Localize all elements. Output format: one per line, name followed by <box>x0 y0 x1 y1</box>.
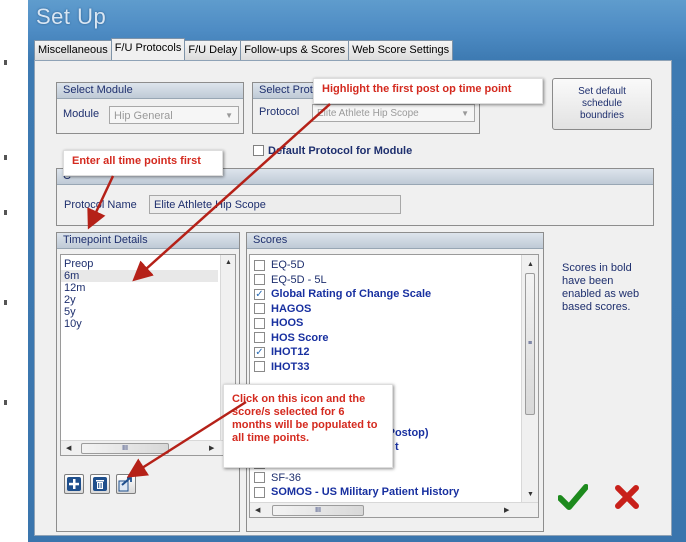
score-checkbox[interactable] <box>254 361 265 373</box>
copy-to-all-icon <box>118 477 132 492</box>
left-page-edge <box>0 0 30 542</box>
tab-fu-delay[interactable]: F/U Delay <box>184 40 242 60</box>
delete-timepoint-button[interactable] <box>90 474 110 494</box>
timepoint-item[interactable]: 6m <box>61 270 218 282</box>
score-row[interactable]: EQ-5D - 5L <box>250 273 538 288</box>
timepoint-item[interactable]: 12m <box>61 282 218 294</box>
score-row[interactable]: HOOS <box>250 316 538 331</box>
score-row[interactable]: IHOT33 <box>250 360 538 375</box>
tab-miscellaneous[interactable]: Miscellaneous <box>34 40 112 60</box>
score-label: SF-36 <box>271 471 301 484</box>
set-default-boundaries-label: Set default schedule boundries <box>578 86 626 121</box>
score-row[interactable]: ✓ Global Rating of Change Scale <box>250 287 538 302</box>
protocol-name-input[interactable]: Elite Athlete Hip Scope <box>149 195 401 214</box>
callout-highlight: Highlight the first post op time point <box>313 78 543 104</box>
score-checkbox[interactable] <box>254 486 265 498</box>
timepoint-scroll-thumb[interactable]: III <box>81 443 169 454</box>
score-checkbox[interactable] <box>254 259 265 271</box>
score-checkbox[interactable]: ✓ <box>254 346 265 358</box>
score-checkbox[interactable] <box>254 472 265 484</box>
score-row[interactable]: EQ-5D <box>250 258 538 273</box>
score-row[interactable]: SF-36 <box>250 471 520 486</box>
timepoint-item[interactable]: 10y <box>61 318 218 330</box>
timepoint-item[interactable]: Preop <box>61 258 218 270</box>
score-checkbox[interactable]: ✓ <box>254 288 265 300</box>
delete-icon <box>93 477 107 491</box>
module-select-value: Hip General <box>114 110 173 122</box>
score-label: IHOT12 <box>271 346 310 359</box>
default-protocol-label: Default Protocol for Module <box>268 145 413 157</box>
scroll-down-icon[interactable]: ▼ <box>527 491 534 498</box>
chevron-down-icon: ▼ <box>225 111 233 120</box>
tab-fu-protocols[interactable]: F/U Protocols <box>110 38 186 60</box>
score-checkbox[interactable] <box>254 274 265 286</box>
scroll-right-icon[interactable]: ▶ <box>504 506 509 514</box>
score-row[interactable]: HOS Score <box>250 331 538 346</box>
add-icon <box>67 477 81 491</box>
score-checkbox[interactable] <box>254 317 265 329</box>
score-row[interactable]: HAGOS <box>250 302 538 317</box>
chevron-down-icon: ▼ <box>461 109 469 118</box>
timepoint-item[interactable]: 2y <box>61 294 218 306</box>
scroll-left-icon[interactable]: ◀ <box>66 444 71 452</box>
cancel-button[interactable] <box>614 484 640 510</box>
module-select[interactable]: Hip General ▼ <box>109 106 239 124</box>
tab-follow-ups-scores[interactable]: Follow-ups & Scores <box>240 40 350 60</box>
score-label: HOS Score <box>271 331 329 344</box>
score-label: HAGOS <box>271 302 312 315</box>
scores-vertical-scrollbar[interactable]: ▲ ≡ ▼ <box>521 255 538 503</box>
confirm-check-icon <box>557 484 589 510</box>
protocol-select[interactable]: Elite Athlete Hip Scope ▼ <box>312 104 475 122</box>
score-row[interactable]: ✓ IHOT12 <box>250 345 538 360</box>
module-label: Module <box>63 108 100 120</box>
score-fragment: t <box>395 441 399 453</box>
confirm-button[interactable] <box>557 483 589 511</box>
score-label: SOMOS - US Military Patient History <box>271 486 460 499</box>
timepoint-list[interactable]: Preop 6m 12m 2y 5y 10y ▲ ◀ III ▶ <box>60 254 236 456</box>
callout-enter-all: Enter all time points first <box>63 150 223 176</box>
set-default-boundaries-button[interactable]: Set default schedule boundries <box>552 78 652 130</box>
bold-scores-note: Scores in bold have been enabled as web … <box>562 262 640 313</box>
tab-bar: Miscellaneous F/U Protocols F/U Delay Fo… <box>34 38 454 60</box>
timepoint-horizontal-scrollbar[interactable]: ◀ III ▶ <box>61 440 235 455</box>
add-timepoint-button[interactable] <box>64 474 84 494</box>
scores-horizontal-scrollbar[interactable]: ◀ III ▶ <box>250 502 538 517</box>
score-label: IHOT33 <box>271 360 310 373</box>
score-checkbox[interactable] <box>254 303 265 315</box>
score-label: EQ-5D - 5L <box>271 273 327 286</box>
protocol-label: Protocol <box>259 106 300 118</box>
protocol-select-value: Elite Athlete Hip Scope <box>317 108 419 119</box>
protocol-name-label: Protocol Name <box>64 199 137 211</box>
tab-web-score-settings[interactable]: Web Score Settings <box>348 40 454 60</box>
scroll-left-icon[interactable]: ◀ <box>255 506 260 514</box>
callout-click-icon: Click on this icon and the score/s selec… <box>223 384 393 468</box>
window-title: Set Up <box>36 4 107 29</box>
score-label: EQ-5D <box>271 259 305 272</box>
scroll-up-icon[interactable]: ▲ <box>225 259 232 266</box>
scroll-right-icon[interactable]: ▶ <box>209 444 214 452</box>
timepoint-item[interactable]: 5y <box>61 306 218 318</box>
scroll-up-icon[interactable]: ▲ <box>527 261 534 268</box>
score-checkbox[interactable] <box>254 332 265 344</box>
cancel-x-icon <box>615 485 639 509</box>
copy-scores-to-all-button[interactable] <box>116 474 136 494</box>
score-row[interactable]: SOMOS - US Military Patient History <box>250 485 520 500</box>
timepoint-heading: Timepoint Details <box>57 233 239 249</box>
scores-scroll-thumb[interactable]: ≡ <box>525 273 535 415</box>
score-label: HOOS <box>271 317 304 330</box>
scores-heading: Scores <box>247 233 543 249</box>
default-protocol-checkbox[interactable] <box>253 145 264 156</box>
score-label: Global Rating of Change Scale <box>271 288 432 301</box>
select-module-heading: Select Module <box>57 83 243 99</box>
scores-scroll-thumb-horizontal[interactable]: III <box>272 505 364 516</box>
